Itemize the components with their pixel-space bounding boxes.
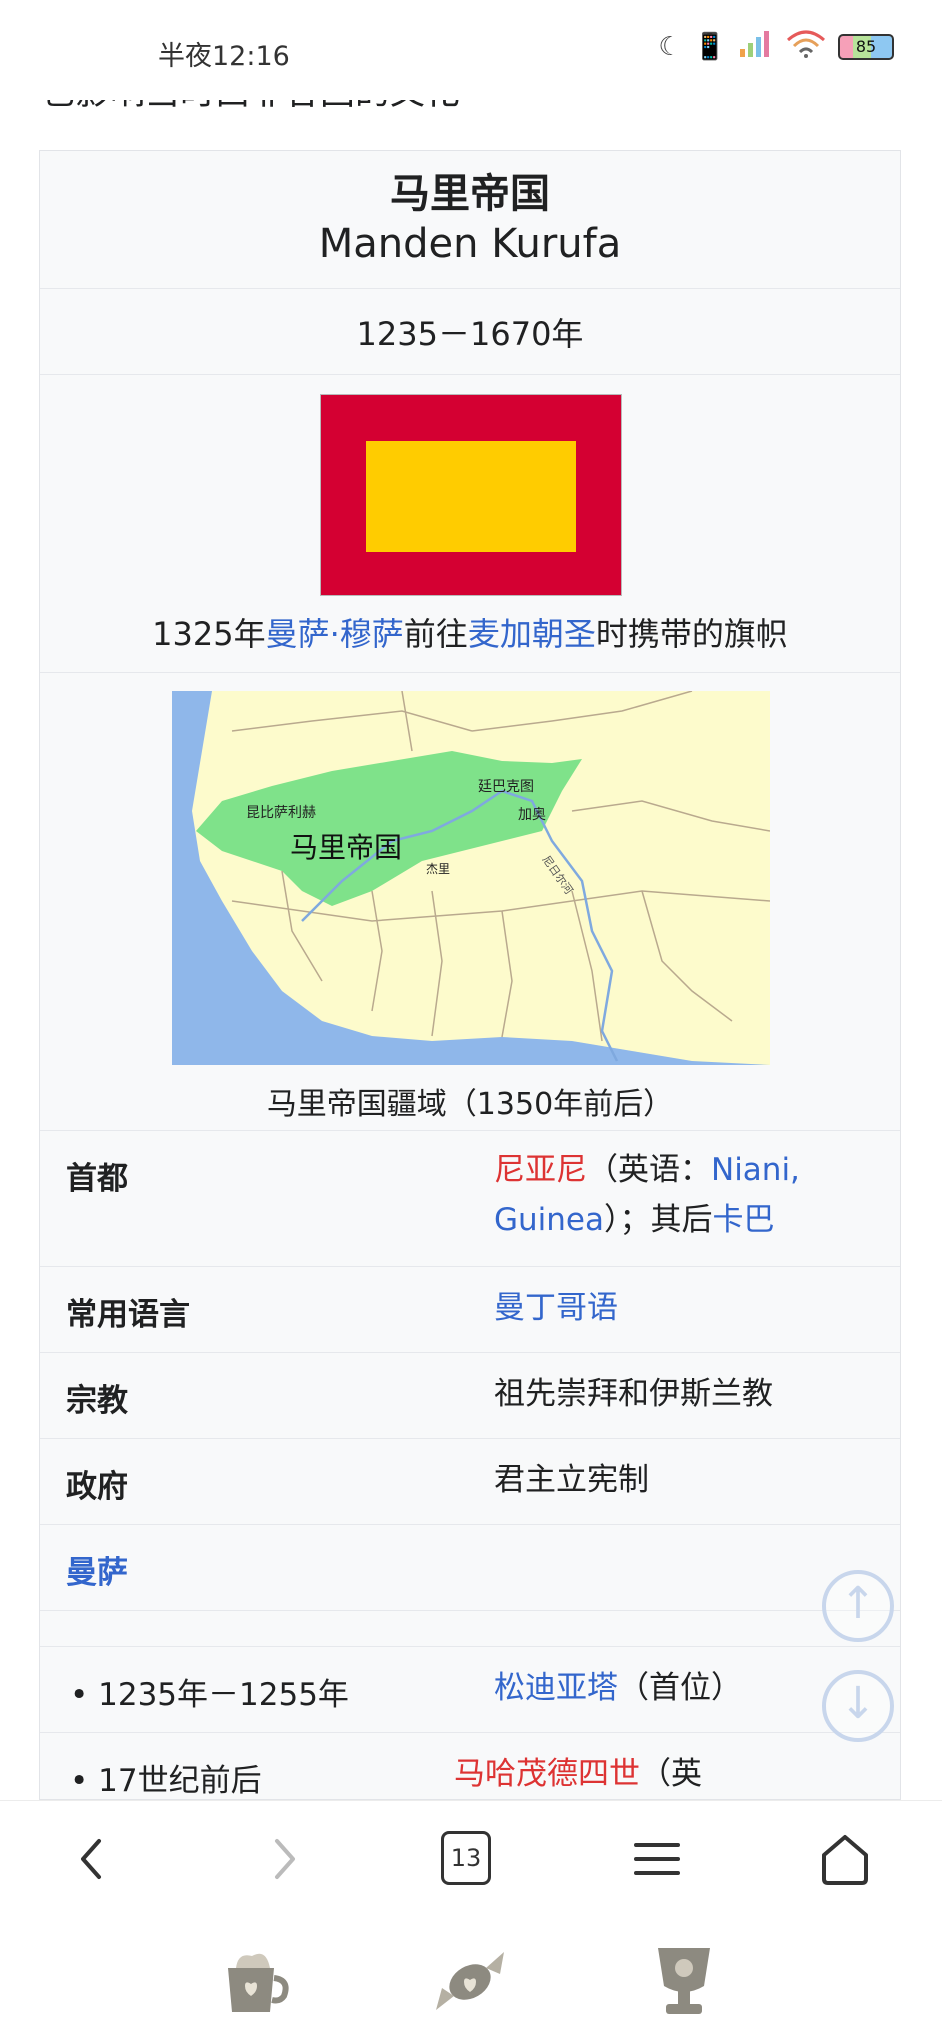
browser-bottom-nav: 13 <box>0 1800 942 1921</box>
ruler-2-period: • 17世纪前后 <box>70 1763 262 1799</box>
wifi-icon <box>786 28 826 65</box>
menu-button[interactable] <box>622 1829 692 1893</box>
phone-vibrate-icon: 📱 <box>693 31 726 62</box>
link-mahmud-iv[interactable]: 马哈茂德四世 <box>454 1756 640 1792</box>
row-religion: 宗教 祖先崇拜和伊斯兰教 <box>40 1353 900 1439</box>
map-label-empire: 马里帝国 <box>290 831 402 864</box>
row-mansa: 曼萨 <box>40 1525 900 1611</box>
scroll-to-bottom-button[interactable]: ↓ <box>822 1670 894 1742</box>
moon-icon: ☾ <box>658 31 682 62</box>
value-religion: 祖先崇拜和伊斯兰教 <box>494 1376 773 1412</box>
row-capital: 首都 尼亚尼（英语：Niani, Guinea）；其后卡巴 <box>40 1131 900 1267</box>
label-language: 常用语言 <box>66 1297 190 1333</box>
label-capital: 首都 <box>66 1161 128 1197</box>
flag-caption-prefix: 1325年 <box>152 615 266 653</box>
row-language: 常用语言 曼丁哥语 <box>40 1267 900 1353</box>
link-mandinka-language[interactable]: 曼丁哥语 <box>494 1283 884 1333</box>
value-capital-text1: （英语： <box>587 1152 711 1188</box>
link-mansa-musa[interactable]: 曼萨·穆萨 <box>266 615 404 653</box>
back-button[interactable] <box>56 1829 126 1893</box>
infobox-title-row: 马里帝国 Manden Kurufa <box>40 151 900 289</box>
empire-map-image[interactable]: 昆比萨利赫 马里帝国 廷巴克图 加奥 杰里 尼日尔河 <box>172 691 770 1065</box>
link-kaba[interactable]: 卡巴 <box>713 1202 775 1238</box>
candy-icon[interactable] <box>428 1938 512 2022</box>
flag-caption-suffix: 时携带的旗帜 <box>595 615 788 653</box>
link-niani[interactable]: 尼亚尼 <box>494 1152 587 1188</box>
ruler-1-period: • 1235年－1255年 <box>70 1677 349 1713</box>
home-icon <box>822 1835 868 1885</box>
label-religion: 宗教 <box>66 1383 128 1419</box>
link-hajj[interactable]: 麦加朝圣 <box>468 615 596 653</box>
status-time: 半夜12:16 <box>158 41 290 72</box>
sticker-dock <box>0 1920 942 2041</box>
tabs-button[interactable]: 13 <box>441 1831 491 1885</box>
ruler-1-note: （首位） <box>618 1670 742 1706</box>
map-label-kumbi: 昆比萨利赫 <box>246 805 316 821</box>
link-mansa[interactable]: 曼萨 <box>66 1547 128 1592</box>
map-label-djenne: 杰里 <box>426 862 450 876</box>
flag-caption-middle: 前往 <box>403 615 468 653</box>
map-label-niger-river: 尼日尔河 <box>540 853 576 896</box>
arrow-down-icon: ↓ <box>839 1678 877 1729</box>
status-icons: ☾ 📱 85 <box>658 28 894 65</box>
chevron-right-icon <box>275 1839 295 1879</box>
value-capital: 尼亚尼（英语：Niani, Guinea）；其后卡巴 <box>494 1145 884 1245</box>
chevron-left-icon <box>81 1839 101 1879</box>
signal-icon <box>738 29 774 64</box>
flag-image[interactable] <box>320 394 622 596</box>
scroll-to-top-button[interactable]: ↑ <box>822 1570 894 1642</box>
status-bar: 半夜12:16 ☾ 📱 85 <box>0 0 942 100</box>
link-sundiata[interactable]: 松迪亚塔 <box>494 1670 618 1706</box>
arrow-up-icon: ↑ <box>839 1578 877 1629</box>
map-label-timbuktu: 廷巴克图 <box>478 779 534 795</box>
row-ruler-1: • 1235年－1255年 松迪亚塔（首位） <box>40 1647 900 1733</box>
row-ruler-2: • 17世纪前后 马哈茂德四世（英 <box>40 1733 900 1799</box>
infobox-title: 马里帝国 <box>390 171 550 217</box>
battery-icon: 85 <box>838 33 894 60</box>
ruler-2-value: 马哈茂德四世（英 <box>454 1749 844 1799</box>
value-government: 君主立宪制 <box>494 1462 649 1498</box>
row-government: 政府 君主立宪制 <box>40 1439 900 1525</box>
flag-caption: 1325年曼萨·穆萨前往麦加朝圣时携带的旗帜 <box>40 609 900 655</box>
map-caption: 马里帝国疆域（1350年前后） <box>266 1087 674 1122</box>
coffee-cup-icon[interactable] <box>214 1938 298 2022</box>
forward-button[interactable] <box>250 1829 320 1893</box>
hamburger-menu-icon <box>634 1843 680 1875</box>
trophy-icon[interactable] <box>642 1938 726 2022</box>
infobox: 马里帝国 Manden Kurufa 1235－1670年 1325年曼萨·穆萨… <box>39 150 901 1800</box>
infobox-years: 1235－1670年 <box>356 315 584 353</box>
label-government: 政府 <box>66 1469 128 1505</box>
infobox-native-name: Manden Kurufa <box>318 221 622 267</box>
map-label-gao: 加奥 <box>518 806 546 823</box>
flag-inner-rect <box>366 441 576 552</box>
ruler-2-note: （英 <box>640 1756 702 1792</box>
row-spacer <box>40 1611 900 1647</box>
home-button[interactable] <box>810 1829 880 1893</box>
value-capital-text2: ）；其后 <box>604 1202 713 1238</box>
